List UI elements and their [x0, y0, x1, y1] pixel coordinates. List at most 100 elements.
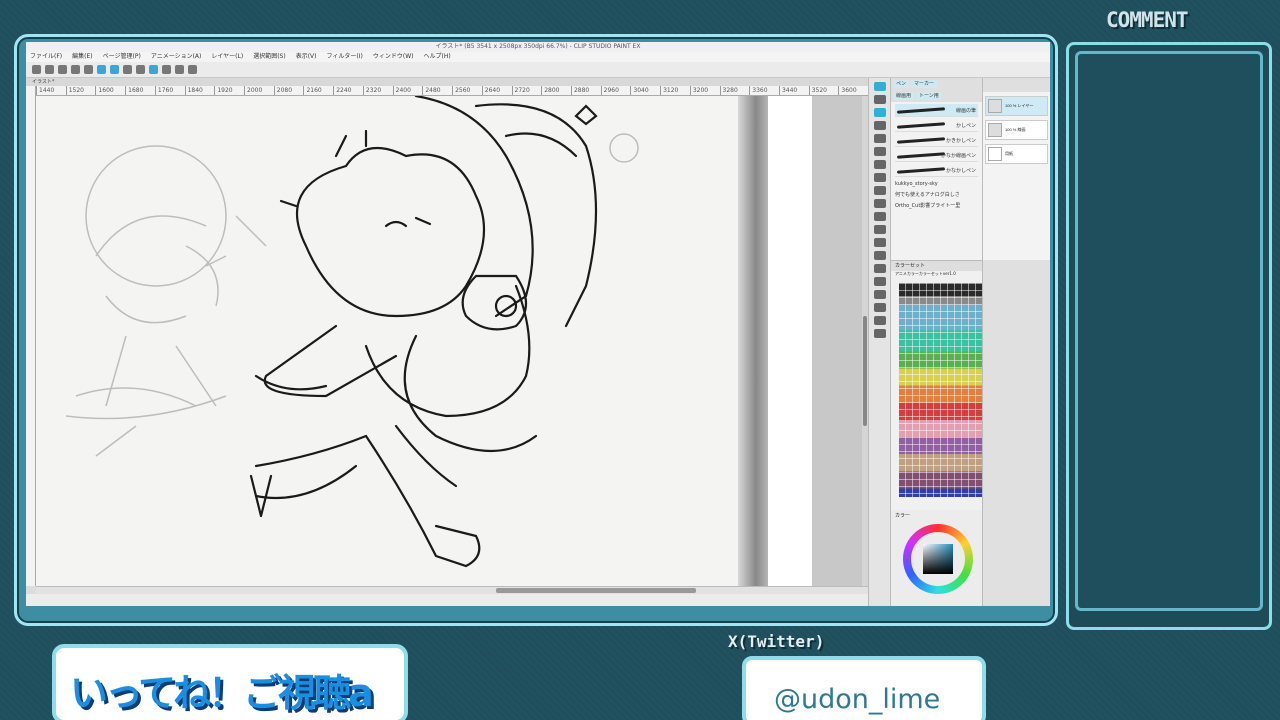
- color-wheel-panel: カラー: [890, 510, 982, 606]
- colorset-title: カラーセット: [891, 261, 982, 271]
- hand-tool-icon[interactable]: [873, 186, 886, 195]
- menu-edit[interactable]: 編集(E): [72, 52, 92, 62]
- clip-studio-window: イラスト* (B5 3541 x 2508px 350dpi 66.7%) - …: [26, 42, 1050, 606]
- ruler-tool-icon[interactable]: [873, 290, 886, 299]
- colorset-dropdown[interactable]: アニメカラーカラーセットver1.0: [891, 271, 982, 277]
- brush-item[interactable]: Ortho_Cut影響ブライト一里: [891, 200, 982, 211]
- horizontal-scrollbar[interactable]: [36, 586, 868, 594]
- ruler-tick: 2000: [244, 86, 274, 95]
- zoom-tool-icon[interactable]: [873, 95, 886, 104]
- tab-marker[interactable]: マーカー: [911, 80, 938, 88]
- brush-item[interactable]: かきかしペン: [895, 134, 978, 147]
- brush-item[interactable]: 何でも使えるアナログ白しさ: [891, 189, 982, 200]
- pen-tool-icon[interactable]: [873, 82, 886, 91]
- airbrush-tool-icon[interactable]: [873, 134, 886, 143]
- ruler-tick: 2880: [570, 86, 601, 95]
- wand-tool-icon[interactable]: [873, 238, 886, 247]
- menu-window[interactable]: ウィンドウ(W): [373, 52, 414, 62]
- flip-icon[interactable]: [188, 65, 197, 74]
- color-swatch-icon[interactable]: [873, 329, 886, 338]
- menu-layer[interactable]: レイヤー(L): [211, 52, 243, 62]
- redo-icon[interactable]: [84, 65, 93, 74]
- brush-item[interactable]: かなか線画ペン: [895, 149, 978, 162]
- drawing-canvas[interactable]: [36, 96, 868, 586]
- figure-tool-icon[interactable]: [873, 303, 886, 312]
- canvas-background: [812, 96, 868, 586]
- brush-item[interactable]: 線画の筆: [895, 104, 978, 117]
- tab-pen[interactable]: ペン: [893, 80, 910, 88]
- tab-tone[interactable]: トーン用: [916, 92, 942, 100]
- rotate-icon[interactable]: [175, 65, 184, 74]
- pen-icon[interactable]: [97, 65, 106, 74]
- undo-icon[interactable]: [71, 65, 80, 74]
- gradient-tool-icon[interactable]: [873, 173, 886, 182]
- layer-row[interactable]: 用紙: [985, 144, 1048, 164]
- ticker-banner: いってね！ご視聴a: [52, 644, 408, 720]
- eyedropper-tool-icon[interactable]: [873, 251, 886, 260]
- status-bar: [26, 594, 868, 606]
- ruler-tick: 2240: [333, 86, 363, 95]
- ruler-tick: 2320: [362, 86, 393, 95]
- x-twitter-label: X(Twitter): [728, 632, 825, 651]
- canvas-edge-shadow: [738, 96, 768, 586]
- fill-icon[interactable]: [149, 65, 158, 74]
- color-wheel[interactable]: [903, 524, 973, 594]
- ruler-tick: 2640: [481, 86, 512, 95]
- ruler-tick: 1440: [36, 86, 66, 95]
- canvas-tab[interactable]: イラスト*: [26, 78, 868, 86]
- layer-row[interactable]: 100 % 線画: [985, 120, 1048, 140]
- layer-thumbnail: [988, 123, 1002, 137]
- horizontal-ruler: 1440 1520 1600 1680 1760 1840 1920 2000 2080 2160…: [36, 86, 868, 96]
- layer-panel: 100 % レイヤー 100 % 線画 用紙: [982, 78, 1050, 260]
- fill-tool-icon[interactable]: [873, 160, 886, 169]
- select-icon[interactable]: [136, 65, 145, 74]
- layer-row[interactable]: 100 % レイヤー: [985, 96, 1048, 116]
- save-icon[interactable]: [58, 65, 67, 74]
- brush-item[interactable]: かなかしペン: [895, 164, 978, 177]
- brush-tool-icon[interactable]: [873, 108, 886, 117]
- frame-tool-icon[interactable]: [873, 277, 886, 286]
- subtool-panel: ペン マーカー 線画用 トーン用 線画の筆 かしペン かきかしペン かなか線画ペ…: [890, 78, 982, 260]
- ruler-tick: 2800: [541, 86, 571, 95]
- select-tool-icon[interactable]: [873, 212, 886, 221]
- new-icon[interactable]: [32, 65, 41, 74]
- ruler-tick: 3040: [630, 86, 660, 95]
- blend-tool-icon[interactable]: [873, 147, 886, 156]
- color-swatches[interactable]: [899, 283, 983, 497]
- move-tool-icon[interactable]: [873, 199, 886, 208]
- window-title: イラスト* (B5 3541 x 2508px 350dpi 66.7%) - …: [26, 42, 1050, 52]
- brush-icon[interactable]: [110, 65, 119, 74]
- layer-thumbnail: [988, 147, 1002, 161]
- paper-edge: [768, 96, 812, 586]
- balloon-tool-icon[interactable]: [873, 316, 886, 325]
- ruler-tick: 3120: [660, 86, 690, 95]
- tab-lineart[interactable]: 線画用: [893, 92, 915, 100]
- menu-selection[interactable]: 選択範囲(S): [253, 52, 286, 62]
- ruler-tick: 1760: [154, 86, 185, 95]
- brush-item[interactable]: kukkyo_story-sky: [891, 179, 982, 189]
- vertical-ruler: [26, 86, 36, 586]
- menu-page[interactable]: ページ管理(P): [103, 52, 141, 62]
- eraser-tool-icon[interactable]: [873, 121, 886, 130]
- ruler-tick: 3600: [838, 86, 868, 95]
- menu-file[interactable]: ファイル(F): [30, 52, 62, 62]
- transform-icon[interactable]: [162, 65, 171, 74]
- command-bar: [26, 62, 1050, 78]
- x-handle: @udon_lime: [774, 684, 941, 715]
- comment-box: [1066, 42, 1272, 630]
- saturation-square[interactable]: [923, 544, 953, 574]
- menu-filter[interactable]: フィルター(I): [327, 52, 363, 62]
- menu-help[interactable]: ヘルプ(H): [423, 52, 450, 62]
- text-tool-icon[interactable]: [873, 264, 886, 273]
- ruler-tick: 2560: [452, 86, 482, 95]
- menu-animation[interactable]: アニメーション(A): [151, 52, 202, 62]
- empty-panel-area: [982, 260, 1050, 606]
- open-icon[interactable]: [45, 65, 54, 74]
- comment-heading: COMMENT: [1106, 8, 1189, 32]
- eraser-icon[interactable]: [123, 65, 132, 74]
- lasso-tool-icon[interactable]: [873, 225, 886, 234]
- ruler-tick: 2400: [392, 86, 423, 95]
- brush-item[interactable]: かしペン: [895, 119, 978, 132]
- ruler-tick: 2080: [273, 86, 304, 95]
- menu-view[interactable]: 表示(V): [296, 52, 317, 62]
